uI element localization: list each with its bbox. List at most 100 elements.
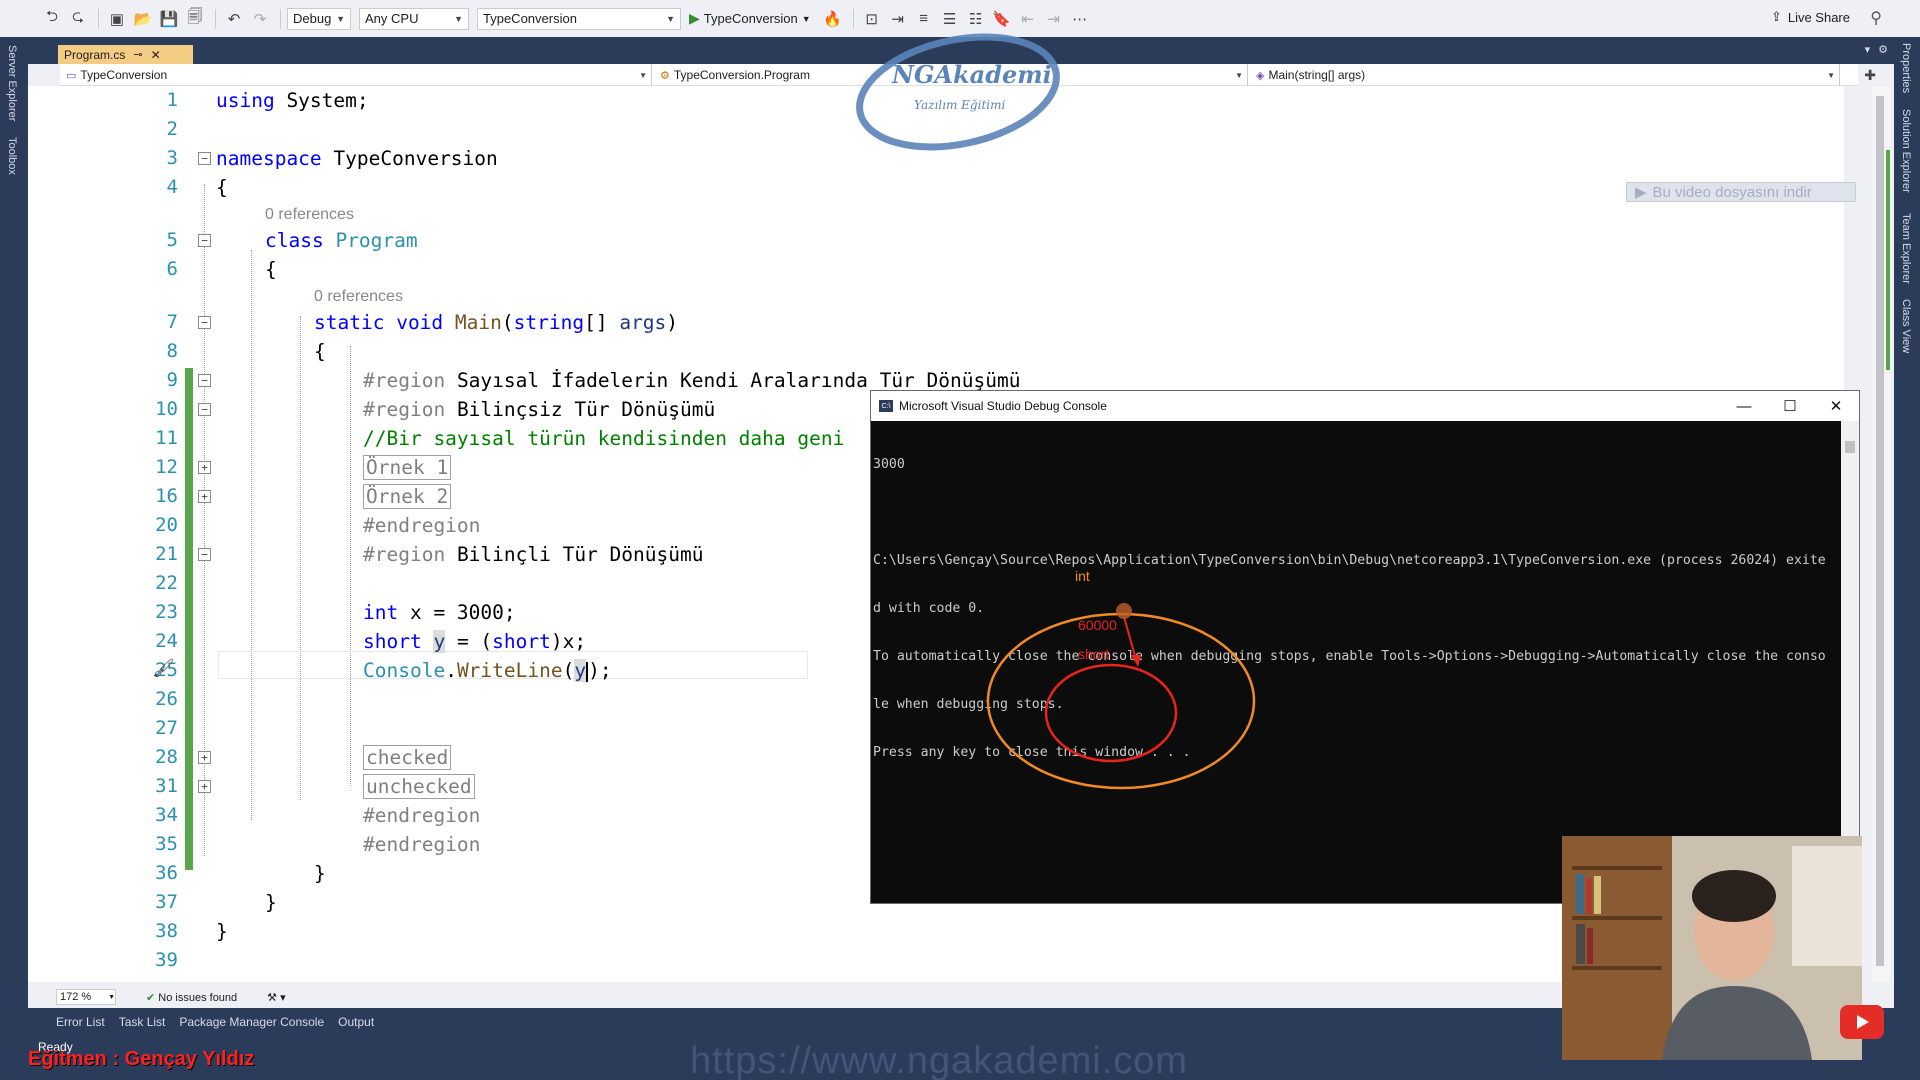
- chevron-down-icon: ▼: [108, 993, 115, 1001]
- ngakademi-logo: NGAkademi Yazılım Eğitimi: [848, 30, 1068, 155]
- preprocessor: #endregion: [363, 514, 481, 537]
- webcam-overlay: [1562, 836, 1862, 1060]
- tab-label: Program.cs: [64, 47, 126, 62]
- code-text: }: [216, 920, 228, 943]
- code-text: );: [588, 659, 612, 682]
- save-icon[interactable]: 💾: [157, 8, 181, 30]
- scrollbar-thumb[interactable]: [1876, 96, 1884, 966]
- forward-icon[interactable]: ⮎: [66, 8, 90, 30]
- expand-icon[interactable]: +: [198, 490, 211, 503]
- uncomment-icon[interactable]: ☷: [964, 8, 988, 30]
- collapsed-region-ornek-1[interactable]: Örnek 1: [363, 455, 452, 480]
- collapsed-region-unchecked[interactable]: unchecked: [363, 774, 475, 799]
- quick-actions-brush-icon[interactable]: 🖌: [152, 658, 175, 679]
- tab-package-manager-console[interactable]: Package Manager Console: [179, 1015, 324, 1029]
- undo-icon[interactable]: ↶: [222, 8, 246, 30]
- tab-dropdown-icon[interactable]: ▾: [1865, 43, 1871, 56]
- collapse-icon[interactable]: −: [198, 152, 211, 165]
- line-number: 23: [155, 601, 178, 623]
- open-folder-icon[interactable]: 📂: [131, 8, 155, 30]
- short-label: short: [1078, 646, 1109, 662]
- line-number: 8: [166, 340, 178, 362]
- arrow-head-icon: [1131, 655, 1141, 667]
- chevron-down-icon: ▼: [336, 13, 345, 24]
- collapse-icon[interactable]: −: [198, 403, 211, 416]
- region-name: Bilinçli Tür Dönüşümü: [456, 543, 704, 566]
- configuration-select[interactable]: Debug ▼: [287, 7, 351, 30]
- project-dropdown[interactable]: ▭ TypeConversion ▼: [60, 64, 652, 86]
- debug-console-window[interactable]: C:\ Microsoft Visual Studio Debug Consol…: [870, 390, 1860, 904]
- hot-reload-icon[interactable]: 🔥: [821, 8, 845, 30]
- line-number: 21: [155, 543, 178, 565]
- platform-select[interactable]: Any CPU ▼: [359, 7, 469, 30]
- line-number: 6: [166, 258, 178, 280]
- value-label: 60000: [1078, 617, 1117, 633]
- youtube-icon[interactable]: [1840, 1005, 1884, 1039]
- expand-icon[interactable]: +: [198, 780, 211, 793]
- chevron-down-icon: ▼: [1235, 70, 1243, 80]
- solution-explorer-tab[interactable]: Solution Explorer: [1900, 109, 1912, 193]
- class-view-tab[interactable]: Class View: [1900, 299, 1912, 353]
- code-line: 8 {: [28, 337, 1844, 366]
- toolbox-tab[interactable]: Toolbox: [6, 137, 18, 175]
- collapsed-region-ornek-2[interactable]: Örnek 2: [363, 484, 452, 509]
- download-video-button[interactable]: ▶ Bu video dosyasını indir: [1626, 182, 1856, 202]
- method-name: WriteLine: [456, 659, 563, 682]
- line-number: 12: [155, 456, 178, 478]
- server-explorer-tab[interactable]: Server Explorer: [6, 45, 18, 121]
- format-icon[interactable]: ≡: [912, 8, 936, 30]
- member-dropdown[interactable]: ◈ Main(string[] args) ▼: [1250, 64, 1840, 86]
- settings-icon[interactable]: ⚙: [1878, 43, 1888, 56]
- region-name: Sayısal İfadelerin Kendi Aralarında Tür …: [456, 369, 1021, 392]
- collapse-icon[interactable]: −: [198, 374, 211, 387]
- feedback-icon[interactable]: ⚲: [1870, 8, 1882, 28]
- tab-task-list[interactable]: Task List: [119, 1015, 166, 1029]
- keyword: int: [363, 601, 399, 624]
- bookmark-prev-icon[interactable]: ⇤: [1016, 8, 1040, 30]
- collapse-icon[interactable]: −: [198, 548, 211, 561]
- redo-icon[interactable]: ↷: [248, 8, 272, 30]
- collapse-icon[interactable]: −: [198, 234, 211, 247]
- code-text: = (: [445, 630, 493, 653]
- pin-icon[interactable]: ⊸: [133, 48, 142, 61]
- live-share-button[interactable]: ⇪ Live Share: [1771, 9, 1850, 25]
- line-number: 5: [166, 229, 178, 251]
- line-number: 24: [155, 630, 178, 652]
- team-explorer-tab[interactable]: Team Explorer: [1900, 213, 1912, 284]
- codelens-references[interactable]: 0 references: [314, 288, 403, 306]
- overflow-icon[interactable]: ⋯: [1068, 8, 1092, 30]
- tab-output[interactable]: Output: [338, 1015, 374, 1029]
- startup-project-select[interactable]: TypeConversion ▼: [477, 7, 681, 30]
- right-tool-strip: Properties Solution Explorer Team Explor…: [1894, 37, 1920, 1037]
- zoom-select[interactable]: 172 % ▼: [56, 989, 116, 1005]
- issues-indicator[interactable]: ✔ No issues found: [146, 991, 237, 1004]
- comment-icon[interactable]: ☰: [938, 8, 962, 30]
- expand-icon[interactable]: +: [198, 461, 211, 474]
- bookmark-next-icon[interactable]: ⇥: [1042, 8, 1066, 30]
- split-editor-icon[interactable]: ✚: [1864, 67, 1876, 84]
- collapse-icon[interactable]: −: [198, 316, 211, 329]
- bookmark-icon[interactable]: 🔖: [990, 8, 1014, 30]
- properties-tab[interactable]: Properties: [1900, 43, 1912, 93]
- zoom-value: 172 %: [60, 991, 92, 1003]
- back-icon[interactable]: ⮌: [40, 8, 64, 30]
- start-debugging-button[interactable]: ▶ TypeConversion ▼: [689, 10, 811, 27]
- close-icon[interactable]: ✕: [151, 48, 161, 62]
- tab-program-cs[interactable]: Program.cs ⊸ ✕: [58, 45, 193, 64]
- codelens-references[interactable]: 0 references: [265, 206, 354, 224]
- code-cleanup-icon[interactable]: ⚒ ▾: [267, 991, 285, 1004]
- download-label: Bu video dosyasını indir: [1652, 183, 1812, 201]
- tab-error-list[interactable]: Error List: [56, 1015, 105, 1029]
- line-number: 34: [155, 804, 178, 826]
- diagnostic-icon[interactable]: ⊡: [860, 8, 884, 30]
- new-project-icon[interactable]: ▣: [105, 8, 129, 30]
- collapsed-region-checked[interactable]: checked: [363, 745, 452, 770]
- line-number: 37: [155, 891, 178, 913]
- code-text: TypeConversion: [321, 147, 498, 170]
- save-all-icon[interactable]: 🗐: [183, 8, 207, 30]
- expand-icon[interactable]: +: [198, 751, 211, 764]
- toolbar-separator: [280, 8, 281, 29]
- csharp-project-icon: ▭: [66, 69, 77, 82]
- chevron-down-icon: ▼: [639, 70, 647, 80]
- step-icon[interactable]: ⇥: [886, 8, 910, 30]
